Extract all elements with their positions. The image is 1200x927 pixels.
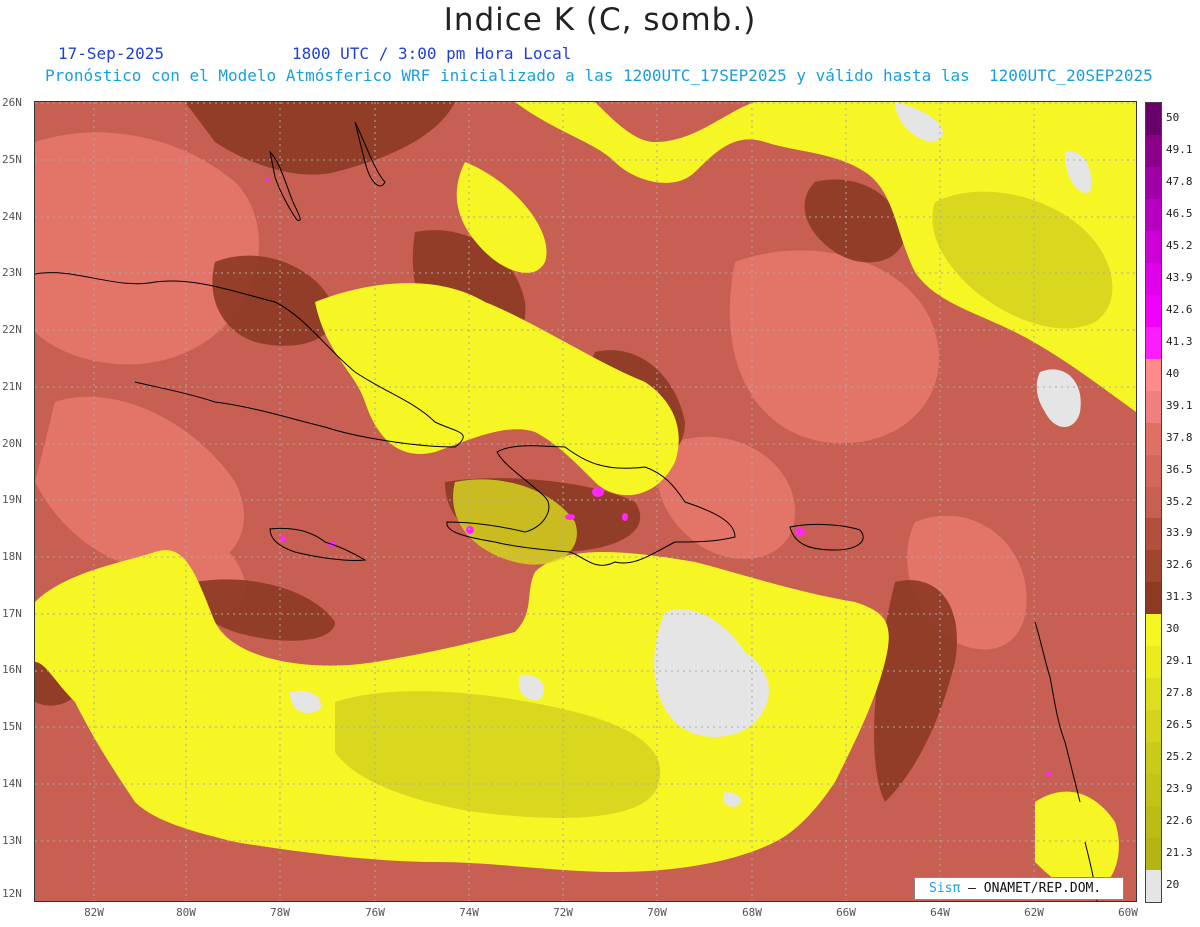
colorbar-label: 36.5 [1166,462,1193,476]
lon-label: 68W [742,906,762,919]
colorbar-label: 32.6 [1166,558,1193,572]
lat-label: 22N [2,323,22,336]
colorbar-label: 25.2 [1166,750,1193,764]
colorbar-label: 33.9 [1166,526,1193,540]
colorbar-segment [1146,198,1161,232]
colorbar [1145,102,1162,903]
lat-label: 26N [2,96,22,109]
colorbar-segment [1146,710,1161,743]
chart-title: Indice K (C, somb.) [443,2,757,38]
lat-label: 24N [2,210,22,223]
lon-label: 64W [930,906,950,919]
colorbar-label: 29.1 [1166,654,1193,668]
lon-label: 62W [1024,906,1044,919]
lat-label: 23N [2,266,22,279]
lat-label: 16N [2,663,22,676]
colorbar-segment [1146,166,1161,200]
colorbar-label: 21.3 [1166,846,1193,860]
lon-label: 76W [365,906,385,919]
colorbar-label: 27.8 [1166,686,1193,700]
colorbar-label: 43.9 [1166,270,1193,284]
lon-label: 66W [836,906,856,919]
lon-label: 80W [176,906,196,919]
colorbar-label: 26.5 [1166,718,1193,732]
colorbar-segment [1146,742,1161,775]
lon-label: 78W [270,906,290,919]
lat-label: 25N [2,153,22,166]
colorbar-segment [1146,262,1161,296]
colorbar-label: 37.8 [1166,430,1193,444]
colorbar-label: 49.1 [1166,142,1193,156]
credit-brand: Sisπ [929,881,961,896]
colorbar-segment [1146,646,1161,679]
colorbar-segment [1146,358,1161,392]
map-field [35,102,1136,901]
colorbar-segment [1146,230,1161,264]
colorbar-segment [1146,390,1161,424]
colorbar-label: 22.6 [1166,814,1193,828]
colorbar-label: 46.5 [1166,206,1193,220]
colorbar-segment [1146,486,1161,519]
colorbar-segment [1146,294,1161,328]
colorbar-segment [1146,134,1161,168]
k-index-map [35,102,1136,901]
lat-label: 19N [2,493,22,506]
credit-box: Sisπ – ONAMET/REP.DOM. [914,877,1124,900]
lat-label: 21N [2,380,22,393]
colorbar-label: 30 [1166,622,1180,636]
forecast-date: 17-Sep-2025 [58,44,164,63]
lat-label: 15N [2,720,22,733]
colorbar-label: 20 [1166,878,1180,892]
colorbar-segment [1146,103,1161,136]
colorbar-segment [1146,326,1161,360]
colorbar-label: 47.8 [1166,174,1193,188]
colorbar-label: 35.2 [1166,494,1193,508]
colorbar-segment [1146,518,1161,551]
lat-label: 18N [2,550,22,563]
colorbar-segment [1146,678,1161,711]
lat-label: 14N [2,777,22,790]
lat-label: 20N [2,437,22,450]
lon-label: 82W [84,906,104,919]
lon-label: 70W [647,906,667,919]
colorbar-segment [1146,614,1161,647]
forecast-description: Pronóstico con el Modelo Atmósferico WRF… [45,66,1153,85]
colorbar-label: 40 [1166,366,1180,380]
lon-label: 72W [553,906,573,919]
colorbar-label: 23.9 [1166,782,1193,796]
colorbar-segment [1146,454,1161,487]
colorbar-label: 42.6 [1166,302,1193,316]
colorbar-label: 41.3 [1166,334,1193,348]
colorbar-segment [1146,806,1161,839]
colorbar-label: 31.3 [1166,590,1193,604]
forecast-time: 1800 UTC / 3:00 pm Hora Local [292,44,572,63]
colorbar-segment [1146,838,1161,871]
colorbar-segment [1146,550,1161,583]
credit-org: – ONAMET/REP.DOM. [968,881,1102,896]
lon-label: 60W [1118,906,1138,919]
colorbar-segment [1146,422,1161,456]
colorbar-segment [1146,582,1161,615]
colorbar-label: 39.1 [1166,398,1193,412]
lat-label: 12N [2,887,22,900]
colorbar-label: 45.2 [1166,238,1193,252]
colorbar-label: 50 [1166,110,1180,124]
lat-label: 17N [2,607,22,620]
lat-label: 13N [2,834,22,847]
colorbar-segment [1146,774,1161,807]
lon-label: 74W [459,906,479,919]
colorbar-segment [1146,870,1161,903]
